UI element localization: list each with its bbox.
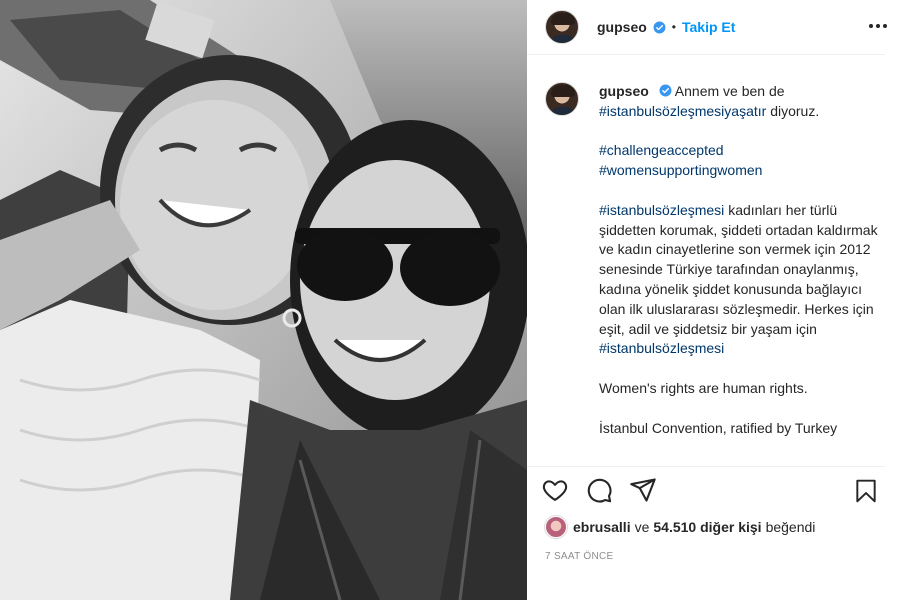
post-photo-illustration bbox=[0, 0, 527, 600]
liker-avatar[interactable] bbox=[545, 516, 567, 538]
hashtag-istanbulsozlesmesi[interactable]: #istanbulsözleşmesi bbox=[599, 202, 724, 218]
caption-body-paragraph: #istanbulsözleşmesi kadınları her türlü … bbox=[599, 201, 883, 359]
caption-intro-end: diyoruz. bbox=[770, 102, 820, 119]
hashtag-istanbulsozlesmesi-end[interactable]: #istanbulsözleşmesi bbox=[599, 340, 724, 356]
post-actions bbox=[541, 476, 657, 504]
hashtag-istanbulsozlesmesiyasatir[interactable]: #istanbulsözleşmesiyaşatır bbox=[599, 103, 766, 119]
author-avatar[interactable] bbox=[545, 10, 579, 44]
likes-summary: ebrusalli ve 54.510 diğer kişi beğendi bbox=[545, 516, 819, 538]
avatar-hair-shape bbox=[551, 85, 575, 97]
avatar-shirt-shape bbox=[550, 107, 576, 115]
hashtag-challengeaccepted[interactable]: #challengeaccepted bbox=[599, 141, 883, 161]
heart-icon[interactable] bbox=[541, 476, 569, 504]
caption-avatar-row bbox=[545, 82, 579, 116]
hashtag-womensupportingwomen[interactable]: #womensupportingwomen bbox=[599, 161, 883, 181]
more-options-icon[interactable] bbox=[866, 14, 890, 38]
likes-suffix: beğendi bbox=[765, 519, 816, 535]
post-timestamp[interactable]: 7 SAAT ÖNCE bbox=[545, 551, 614, 562]
verified-badge-icon bbox=[653, 21, 666, 33]
caption-line-1: gupseo Annem ve ben de #istanbulsözleşme… bbox=[599, 82, 883, 122]
caption-area: gupseo Annem ve ben de #istanbulsözleşme… bbox=[527, 56, 885, 466]
likes-count[interactable]: 54.510 diğer kişi bbox=[653, 519, 761, 535]
post-sidebar: gupseo • Takip Et gupseo Annem ve ben de… bbox=[527, 0, 900, 600]
share-icon[interactable] bbox=[629, 476, 657, 504]
follow-button[interactable]: Takip Et bbox=[682, 19, 735, 35]
author-username[interactable]: gupseo bbox=[597, 19, 647, 35]
liker-username[interactable]: ebrusalli bbox=[573, 519, 631, 535]
comment-icon[interactable] bbox=[585, 476, 613, 504]
caption-intro: Annem ve ben de bbox=[674, 83, 785, 99]
likes-conjunction: ve bbox=[634, 519, 650, 535]
caption-english-2: İstanbul Convention, ratified by Turkey bbox=[599, 419, 838, 436]
post-header: gupseo • Takip Et bbox=[527, 0, 885, 55]
post-photo[interactable] bbox=[0, 0, 527, 600]
caption-hashtags: #challengeaccepted #womensupportingwomen bbox=[599, 141, 883, 181]
avatar-shirt-shape bbox=[550, 35, 576, 43]
caption-english-1: Women's rights are human rights. bbox=[599, 379, 808, 396]
caption-username[interactable]: gupseo bbox=[599, 83, 649, 99]
caption-body: kadınları her türlü şiddetten korumak, ş… bbox=[599, 201, 878, 337]
actions-divider bbox=[527, 466, 885, 467]
bookmark-icon[interactable] bbox=[853, 478, 879, 504]
header-separator: • bbox=[671, 20, 676, 34]
caption-text: gupseo Annem ve ben de #istanbulsözleşme… bbox=[599, 82, 883, 438]
verified-badge-icon bbox=[659, 84, 672, 97]
avatar-hair-shape bbox=[551, 13, 575, 25]
caption-author-avatar[interactable] bbox=[545, 82, 579, 116]
